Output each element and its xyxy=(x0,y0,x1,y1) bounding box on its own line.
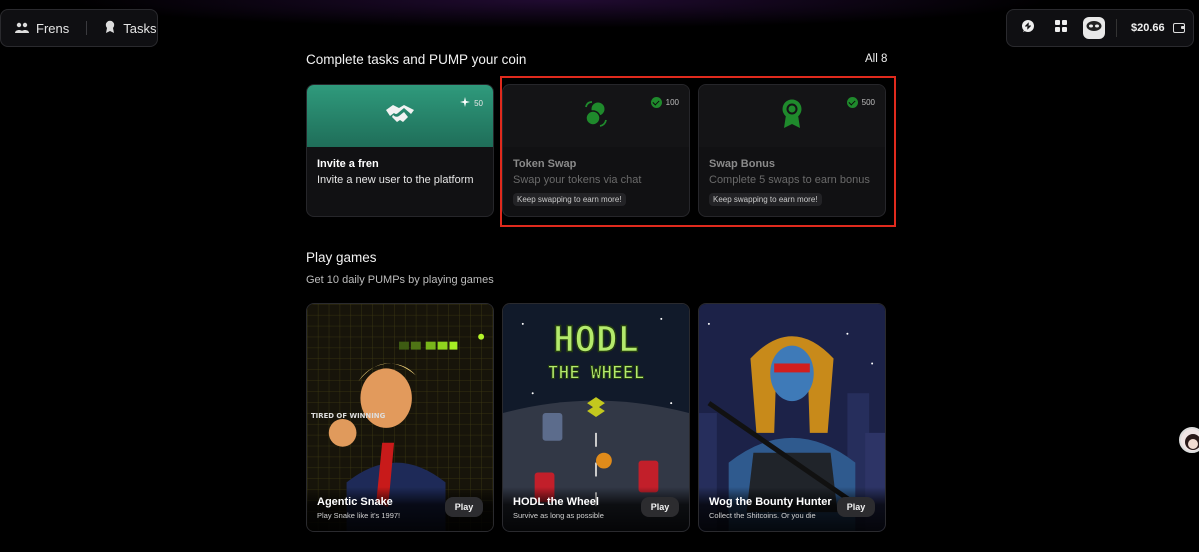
task-card-token-swap[interactable]: 100 Token Swap Swap your tokens via chat… xyxy=(502,84,690,217)
task-hero xyxy=(503,85,689,147)
task-reward: 50 xyxy=(460,97,483,109)
all-tasks-link[interactable]: All 8 xyxy=(865,53,887,65)
top-toolbar: $20.66 xyxy=(1006,9,1194,47)
task-status-badge: Keep swapping to earn more! xyxy=(513,193,626,206)
task-title: Swap Bonus xyxy=(709,158,776,170)
nav-tasks-label: Tasks xyxy=(123,20,157,36)
game-title: Wog the Bounty Hunter xyxy=(709,496,832,508)
apps-button[interactable] xyxy=(1050,17,1072,39)
game-card-wog-bounty-hunter[interactable]: Wog the Bounty Hunter Collect the Shitco… xyxy=(698,303,886,532)
medal-icon xyxy=(104,20,116,37)
avatar-icon xyxy=(1185,434,1199,450)
games-section-subtitle: Get 10 daily PUMPs by playing games xyxy=(306,274,494,286)
mask-icon xyxy=(1086,19,1102,37)
task-title: Invite a fren xyxy=(317,158,379,170)
art-subtitle: THE WHEEL xyxy=(548,362,645,383)
task-status-badge: Keep swapping to earn more! xyxy=(709,193,822,206)
task-reward-value: 500 xyxy=(861,98,875,107)
top-nav: Frens Tasks xyxy=(0,9,158,47)
people-icon xyxy=(15,22,29,34)
game-subtitle: Collect the Shitcoins. Or you die xyxy=(709,511,816,520)
coins-swap-icon xyxy=(581,99,611,134)
nav-frens[interactable]: Frens xyxy=(15,21,69,36)
game-subtitle: Play Snake like it's 1997! xyxy=(317,511,401,520)
task-description: Complete 5 swaps to earn bonus xyxy=(709,174,870,186)
chat-bubble-icon xyxy=(1021,19,1035,38)
wallet-balance[interactable]: $20.66 xyxy=(1131,22,1165,34)
game-card-agentic-snake[interactable]: TIRED OF WINNING Agentic Snake Play Snak… xyxy=(306,303,494,532)
task-reward-value: 100 xyxy=(665,98,679,107)
task-description: Invite a new user to the platform xyxy=(317,174,474,186)
task-reward: 100 xyxy=(650,97,679,108)
task-hero xyxy=(699,85,885,147)
task-title: Token Swap xyxy=(513,158,577,170)
nav-frens-label: Frens xyxy=(36,20,70,36)
game-title: Agentic Snake xyxy=(317,496,393,508)
task-reward-value: 50 xyxy=(474,98,483,108)
sparkle-icon xyxy=(460,97,471,109)
grid-icon xyxy=(1055,19,1067,37)
toolbar-divider xyxy=(1116,19,1117,37)
nav-tasks[interactable]: Tasks xyxy=(104,20,156,37)
tasks-section-title: Complete tasks and PUMP your coin xyxy=(306,52,527,67)
play-button[interactable]: Play xyxy=(641,497,679,517)
art-caption: TIRED OF WINNING xyxy=(311,412,386,420)
game-title: HODL the Wheel xyxy=(513,496,599,508)
nav-divider xyxy=(86,21,88,35)
support-avatar-button[interactable] xyxy=(1179,427,1199,453)
play-button[interactable]: Play xyxy=(837,497,875,517)
task-description: Swap your tokens via chat xyxy=(513,174,642,186)
games-section-title: Play games xyxy=(306,250,377,265)
task-hero xyxy=(307,85,493,147)
task-card-swap-bonus[interactable]: 500 Swap Bonus Complete 5 swaps to earn … xyxy=(698,84,886,217)
handshake-icon xyxy=(384,102,416,131)
wallet-icon[interactable] xyxy=(1172,23,1185,33)
game-card-hodl-the-wheel[interactable]: HODL THE WHEEL HODL the Wheel Survive as… xyxy=(502,303,690,532)
art-title: HODL xyxy=(553,320,639,361)
check-circle-icon xyxy=(846,97,858,108)
chat-button[interactable] xyxy=(1017,17,1039,39)
task-reward: 500 xyxy=(846,97,875,108)
task-card-invite[interactable]: 50 Invite a fren Invite a new user to th… xyxy=(306,84,494,217)
award-ribbon-icon xyxy=(781,99,803,134)
game-subtitle: Survive as long as possible xyxy=(513,511,604,520)
mask-button[interactable] xyxy=(1083,17,1105,39)
play-button[interactable]: Play xyxy=(445,497,483,517)
check-circle-icon xyxy=(650,97,662,108)
